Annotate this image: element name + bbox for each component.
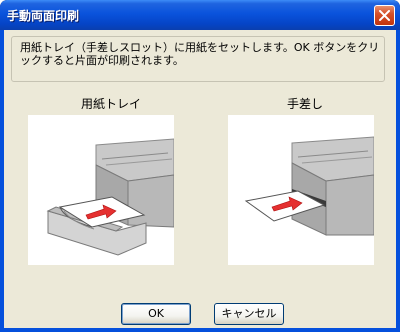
paper-tray-illustration <box>28 115 175 265</box>
dialog-body: 用紙トレイ（手差しスロット）に用紙をセットします。OK ボタンをクリックすると片… <box>4 30 396 328</box>
printer-tray-image <box>46 138 175 256</box>
instruction-panel: 用紙トレイ（手差しスロット）に用紙をセットします。OK ボタンをクリックすると片… <box>11 36 385 82</box>
close-icon <box>379 10 390 21</box>
instruction-text: 用紙トレイ（手差しスロット）に用紙をセットします。OK ボタンをクリックすると片… <box>20 41 380 67</box>
manual-feed-illustration <box>228 115 375 265</box>
close-button[interactable] <box>374 5 395 26</box>
title-bar[interactable]: 手動両面印刷 <box>0 0 400 30</box>
cancel-button[interactable]: キャンセル <box>214 303 284 325</box>
dialog-window: 手動両面印刷 用紙トレイ（手差しスロット）に用紙をセットします。OK ボタンをク… <box>0 0 400 332</box>
manual-feed-label: 手差し <box>287 97 324 111</box>
window-title: 手動両面印刷 <box>7 9 80 23</box>
paper-tray-label: 用紙トレイ <box>81 97 142 111</box>
printer-manual-feed-image <box>244 136 375 236</box>
ok-button[interactable]: OK <box>121 303 191 325</box>
